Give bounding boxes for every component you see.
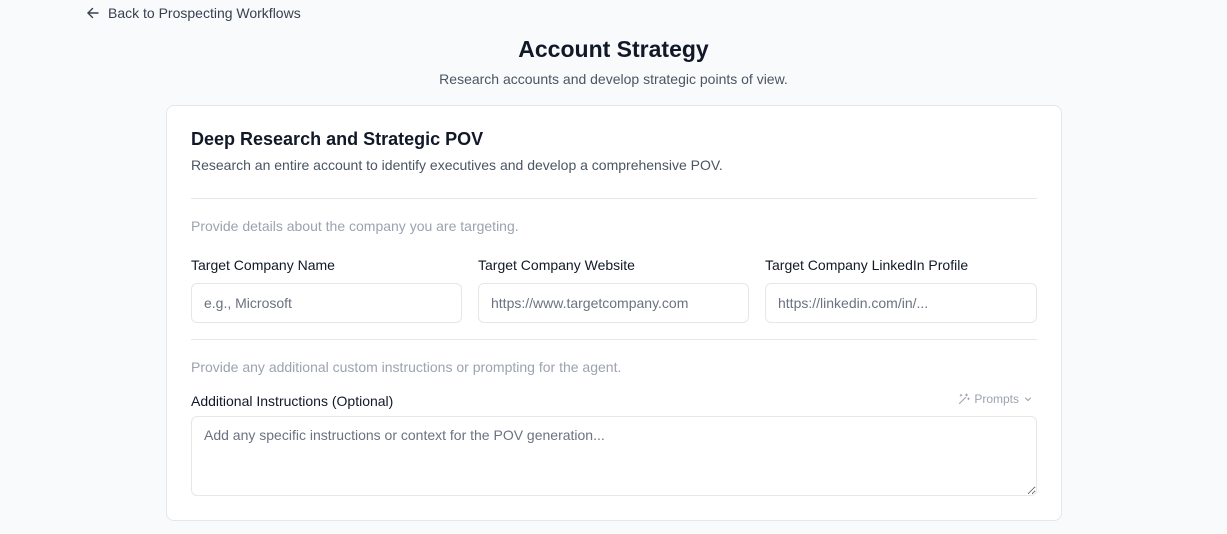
company-details-hint: Provide details about the company you ar… (191, 218, 519, 234)
back-to-workflows-link[interactable]: Back to Prospecting Workflows (86, 3, 301, 23)
divider (191, 339, 1037, 340)
company-website-input[interactable] (478, 283, 749, 323)
company-linkedin-input[interactable] (765, 283, 1037, 323)
back-link-label: Back to Prospecting Workflows (108, 5, 301, 21)
additional-instructions-label: Additional Instructions (Optional) (191, 393, 394, 409)
company-website-label: Target Company Website (478, 257, 635, 273)
company-name-input[interactable] (191, 283, 462, 323)
instructions-hint: Provide any additional custom instructio… (191, 359, 622, 375)
chevron-down-icon (1023, 394, 1033, 404)
prompts-dropdown-button[interactable]: Prompts (958, 392, 1033, 406)
deep-research-card: Deep Research and Strategic POV Research… (166, 105, 1062, 521)
magic-wand-icon (958, 393, 971, 405)
card-title: Deep Research and Strategic POV (191, 129, 484, 149)
company-linkedin-label: Target Company LinkedIn Profile (765, 257, 969, 273)
card-description: Research an entire account to identify e… (191, 157, 723, 173)
prompts-label: Prompts (974, 392, 1019, 406)
divider (191, 198, 1037, 199)
arrow-left-icon (86, 6, 100, 20)
company-name-label: Target Company Name (191, 257, 335, 273)
page-subtitle: Research accounts and develop strategic … (439, 71, 788, 87)
page-title: Account Strategy (518, 36, 709, 62)
additional-instructions-textarea[interactable] (191, 416, 1037, 496)
